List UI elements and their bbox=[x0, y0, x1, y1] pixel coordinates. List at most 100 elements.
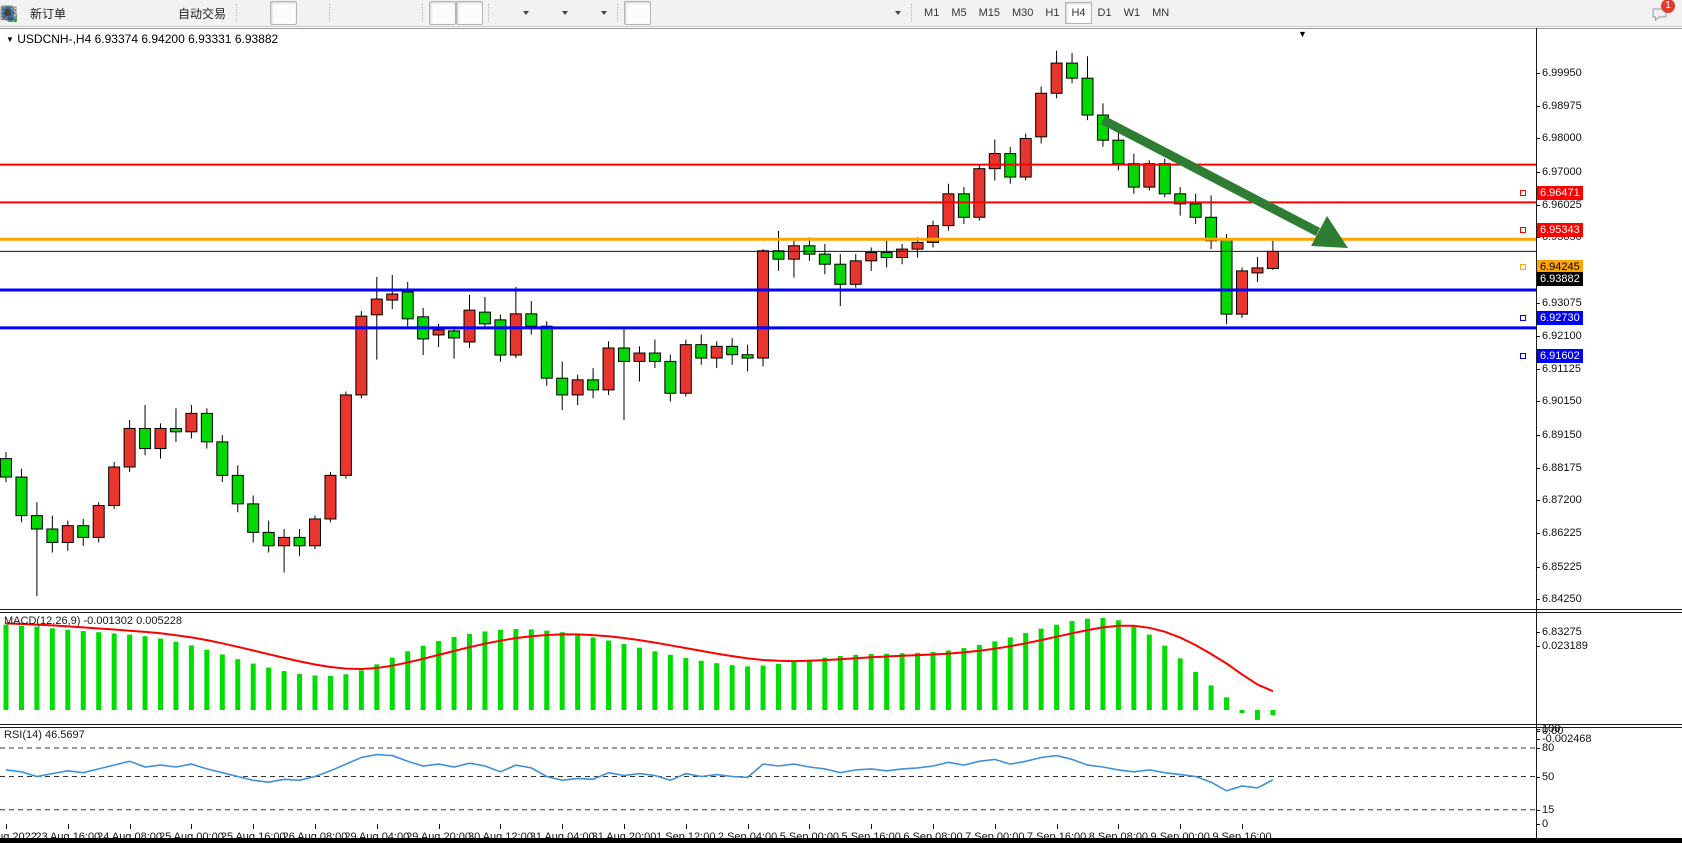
price-tick-label: 6.91125 bbox=[1542, 363, 1581, 375]
time-tick bbox=[562, 824, 563, 829]
timeframe-button-m1[interactable]: M1 bbox=[918, 2, 945, 24]
vertical-line-button[interactable] bbox=[678, 1, 705, 25]
trendline-button[interactable] bbox=[732, 1, 759, 25]
chart-shift-marker-icon[interactable]: ▼ bbox=[1298, 29, 1307, 39]
tile-windows-button[interactable] bbox=[390, 1, 417, 25]
line-handle[interactable] bbox=[1520, 353, 1526, 359]
timeframe-button-m15[interactable]: M15 bbox=[973, 2, 1006, 24]
crosshair-button[interactable] bbox=[651, 1, 678, 25]
candlestick-icon bbox=[275, 5, 292, 22]
zoom-in-button[interactable] bbox=[336, 1, 363, 25]
search-icon[interactable] bbox=[1624, 5, 1641, 22]
bar-chart-icon bbox=[248, 5, 265, 22]
price-tick-label: 6.86225 bbox=[1542, 527, 1582, 539]
indicators-button[interactable] bbox=[573, 1, 612, 25]
toolbar-right-group: 1 bbox=[1624, 5, 1678, 22]
chart-dropdown-icon[interactable]: ▼ bbox=[6, 35, 14, 44]
horizontal-line-button[interactable] bbox=[705, 1, 732, 25]
plot-area[interactable] bbox=[0, 28, 1536, 843]
text-label-button[interactable]: T bbox=[840, 1, 867, 25]
line-handle[interactable] bbox=[1520, 264, 1526, 270]
candles bbox=[1, 51, 1279, 596]
macd-canvas[interactable] bbox=[0, 613, 1536, 724]
auto-scroll-icon bbox=[434, 5, 451, 22]
autotrading-button[interactable]: 自动交易 bbox=[152, 1, 231, 25]
new-chart-button[interactable] bbox=[98, 1, 125, 25]
rsi-canvas[interactable] bbox=[0, 728, 1536, 823]
chevron-down-icon bbox=[562, 11, 568, 15]
price-tick-label: 6.98000 bbox=[1542, 132, 1582, 144]
line-handle[interactable] bbox=[1520, 190, 1526, 196]
macd-axis-label: 0.023189 bbox=[1542, 640, 1588, 652]
zoom-out-icon bbox=[368, 5, 385, 22]
line-handle[interactable] bbox=[1520, 315, 1526, 321]
mql-market-button[interactable] bbox=[71, 1, 98, 25]
notification-badge[interactable]: 1 bbox=[1661, 0, 1675, 13]
bid-price-label: 6.93882 bbox=[1537, 272, 1583, 286]
timeframe-button-mn[interactable]: MN bbox=[1146, 2, 1175, 24]
time-tick bbox=[624, 824, 625, 829]
macd-value: -0.001302 bbox=[83, 615, 133, 627]
time-tick bbox=[68, 824, 69, 829]
timeframe-button-m30[interactable]: M30 bbox=[1006, 2, 1039, 24]
rsi-axis-label: 50 bbox=[1542, 771, 1554, 783]
gold-ingot-icon bbox=[76, 5, 93, 22]
time-tick bbox=[995, 824, 996, 829]
notifications-button[interactable]: 1 bbox=[1651, 5, 1668, 22]
templates-button[interactable] bbox=[495, 1, 534, 25]
panel-separator[interactable] bbox=[0, 724, 1682, 728]
price-tick-label: 6.85225 bbox=[1542, 561, 1582, 573]
macd-indicator-label: MACD(12,26,9) -0.001302 0.005228 bbox=[4, 615, 182, 627]
equidistant-channel-button[interactable]: E bbox=[759, 1, 786, 25]
text-icon: A bbox=[818, 5, 835, 22]
rsi-line bbox=[6, 755, 1273, 791]
arrow-objects-icon bbox=[872, 5, 889, 22]
price-chart-canvas[interactable] bbox=[0, 30, 1536, 610]
price-tick-label: 6.87200 bbox=[1542, 494, 1582, 506]
toolbar-separator bbox=[617, 4, 619, 22]
chart-shift-icon bbox=[461, 5, 478, 22]
price-tick-label: 6.89150 bbox=[1542, 429, 1582, 441]
zoom-out-button[interactable] bbox=[363, 1, 390, 25]
ohlc-high: 6.94200 bbox=[141, 32, 184, 46]
bar-chart-button[interactable] bbox=[243, 1, 270, 25]
timeframe-button-d1[interactable]: D1 bbox=[1092, 2, 1118, 24]
arrows-button[interactable] bbox=[867, 1, 906, 25]
timeframe-button-h4[interactable]: H4 bbox=[1065, 2, 1091, 24]
timeframe-button-h1[interactable]: H1 bbox=[1039, 2, 1065, 24]
price-tick-label: 6.84250 bbox=[1542, 593, 1582, 605]
chart-title: ▼ USDCNH-,H4 6.93374 6.94200 6.93331 6.9… bbox=[6, 32, 278, 46]
ohlc-close: 6.93882 bbox=[235, 32, 278, 46]
panel-separator[interactable] bbox=[0, 609, 1682, 613]
line-handle[interactable] bbox=[1520, 227, 1526, 233]
time-tick bbox=[439, 824, 440, 829]
mt4-terminal: 新订单 自动交易 bbox=[0, 0, 1682, 843]
time-tick bbox=[377, 824, 378, 829]
rsi-value: 46.5697 bbox=[45, 729, 85, 741]
time-tick bbox=[871, 824, 872, 829]
signals-button[interactable] bbox=[125, 1, 152, 25]
cursor-button[interactable] bbox=[624, 1, 651, 25]
autotrading-icon bbox=[157, 5, 174, 22]
time-tick bbox=[500, 824, 501, 829]
main-toolbar: 新订单 自动交易 bbox=[0, 0, 1682, 27]
periods-button[interactable] bbox=[534, 1, 573, 25]
timeframe-button-w1[interactable]: W1 bbox=[1118, 2, 1147, 24]
auto-scroll-button[interactable] bbox=[429, 1, 456, 25]
chevron-down-icon bbox=[895, 11, 901, 15]
text-button[interactable]: A bbox=[813, 1, 840, 25]
time-tick bbox=[1118, 824, 1119, 829]
time-tick bbox=[748, 824, 749, 829]
chart-window[interactable]: ▼ USDCNH-,H4 6.93374 6.94200 6.93331 6.9… bbox=[0, 28, 1682, 843]
line-chart-button[interactable] bbox=[297, 1, 324, 25]
cursor-arrow-icon bbox=[629, 5, 646, 22]
time-tick bbox=[6, 824, 7, 829]
timeframe-button-m5[interactable]: M5 bbox=[945, 2, 972, 24]
chart-shift-button[interactable] bbox=[456, 1, 483, 25]
time-tick bbox=[315, 824, 316, 829]
tile-windows-icon bbox=[395, 5, 412, 22]
text-label-icon: T bbox=[845, 5, 862, 22]
candlestick-chart-button[interactable] bbox=[270, 1, 297, 25]
time-tick bbox=[809, 824, 810, 829]
fibonacci-button[interactable]: F bbox=[786, 1, 813, 25]
